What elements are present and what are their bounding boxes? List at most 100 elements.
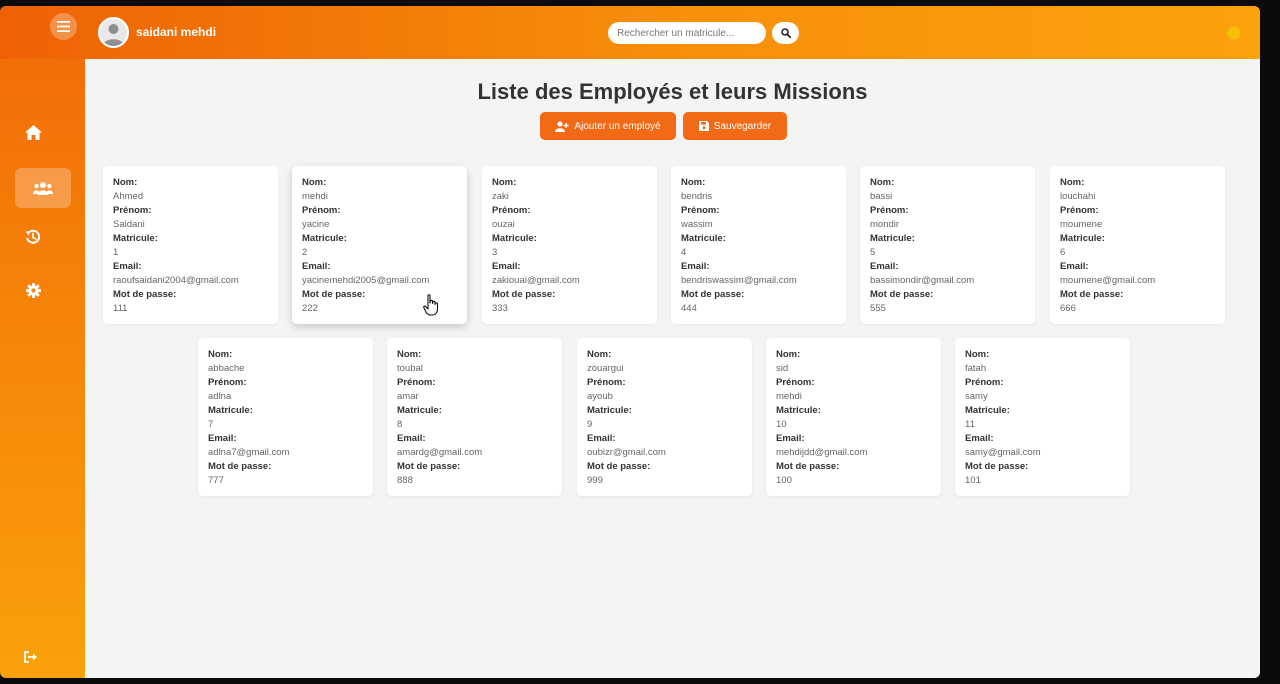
field-value-prenom: amar xyxy=(397,391,419,402)
field-value-matricule: 11 xyxy=(965,419,975,430)
field-label-matricule: Matricule: xyxy=(1060,233,1105,244)
sidebar-item-history[interactable] xyxy=(5,217,61,257)
field-label-nom: Nom: xyxy=(870,177,895,188)
employee-card[interactable]: Nom: zouargui Prénom: ayoub Matricule: 9 Email… xyxy=(577,338,752,496)
search-input[interactable] xyxy=(608,22,766,44)
employee-card[interactable]: Nom: abbache Prénom: adlna Matricule: 7 Email:… xyxy=(198,338,373,496)
field-label-prenom: Prénom: xyxy=(1060,205,1099,216)
field-value-email: moumene@gmail.com xyxy=(1060,275,1156,286)
search-button[interactable] xyxy=(772,22,799,44)
search-icon xyxy=(780,28,791,38)
field-label-nom: Nom: xyxy=(208,349,233,360)
field-value-matricule: 3 xyxy=(492,247,498,258)
field-value-password: 888 xyxy=(397,475,413,486)
field-label-email: Email: xyxy=(1060,261,1089,272)
hamburger-icon xyxy=(57,21,70,32)
sidebar-item-settings[interactable] xyxy=(5,270,61,310)
field-label-email: Email: xyxy=(208,433,237,444)
field-value-prenom: samy xyxy=(965,391,988,402)
employee-card[interactable]: Nom: sid Prénom: mehdi Matricule: 10 Email: meh… xyxy=(766,338,941,496)
field-value-matricule: 4 xyxy=(681,247,687,258)
username: saidani mehdi xyxy=(136,25,217,39)
field-value-nom: Ahmed xyxy=(113,191,144,202)
field-value-email: oubizr@gmail.com xyxy=(587,447,666,458)
employee-card[interactable]: Nom: louchahi Prénom: moumene Matricule: 6 Ema… xyxy=(1050,166,1225,324)
field-label-email: Email: xyxy=(492,261,521,272)
field-label-password: Mot de passe: xyxy=(587,461,651,472)
employee-card[interactable]: Nom: mehdi Prénom: yacine Matricule: 2 Email: y… xyxy=(292,166,467,324)
field-value-nom: bassi xyxy=(870,191,893,202)
field-value-nom: toubal xyxy=(397,363,423,374)
app-window: saidani mehdi Rechercher un matricule...… xyxy=(0,6,1260,678)
field-label-email: Email: xyxy=(681,261,710,272)
field-value-email: zakiouai@gmail.com xyxy=(492,275,580,286)
top-bar: saidani mehdi xyxy=(0,6,1260,59)
employee-card[interactable]: Nom: fatah Prénom: samy Matricule: 11 Email: sa… xyxy=(955,338,1130,496)
employee-card[interactable]: Nom: bendris Prénom: wassim Matricule: 4 Email… xyxy=(671,166,846,324)
field-value-matricule: 8 xyxy=(397,419,403,430)
field-label-email: Email: xyxy=(776,433,805,444)
employee-card[interactable]: Nom: toubal Prénom: amar Matricule: 8 Email: am… xyxy=(387,338,562,496)
field-value-nom: mehdi xyxy=(302,191,328,202)
field-label-nom: Nom: xyxy=(397,349,422,360)
status-indicator[interactable] xyxy=(1226,25,1242,41)
main-content: Liste des Employés et leurs Missions Ajo… xyxy=(85,59,1260,678)
field-value-prenom: mondir xyxy=(870,219,900,230)
field-label-password: Mot de passe: xyxy=(681,289,745,300)
field-label-email: Email: xyxy=(113,261,142,272)
field-label-password: Mot de passe: xyxy=(113,289,177,300)
field-value-email: samy@gmail.com xyxy=(965,447,1041,458)
save-button[interactable]: Sauvegarder xyxy=(683,112,787,140)
sidebar-item-home[interactable] xyxy=(5,112,61,152)
field-label-nom: Nom: xyxy=(492,177,517,188)
field-value-password: 111 xyxy=(113,303,128,314)
users-icon xyxy=(33,182,53,195)
field-value-nom: fatah xyxy=(965,363,987,374)
field-label-nom: Nom: xyxy=(776,349,801,360)
field-value-password: 999 xyxy=(587,475,603,486)
field-label-matricule: Matricule: xyxy=(776,405,821,416)
field-label-email: Email: xyxy=(397,433,426,444)
home-icon xyxy=(24,124,42,140)
field-value-nom: abbache xyxy=(208,363,245,374)
field-value-matricule: 1 xyxy=(113,247,119,258)
field-value-nom: sid xyxy=(776,363,789,374)
add-employee-label: Ajouter un employé xyxy=(574,120,661,132)
field-value-password: 100 xyxy=(776,475,792,486)
field-label-matricule: Matricule: xyxy=(302,233,347,244)
employee-card[interactable]: Nom: bassi Prénom: mondir Matricule: 5 Email: b… xyxy=(860,166,1035,324)
add-employee-button[interactable]: Ajouter un employé xyxy=(540,112,676,140)
menu-toggle-button[interactable] xyxy=(50,13,77,40)
field-label-password: Mot de passe: xyxy=(776,461,840,472)
field-value-password: 777 xyxy=(208,475,224,486)
sidebar-item-logout[interactable] xyxy=(3,637,59,677)
field-label-matricule: Matricule: xyxy=(397,405,442,416)
field-value-nom: louchahi xyxy=(1060,191,1096,202)
field-label-password: Mot de passe: xyxy=(397,461,461,472)
user-plus-icon xyxy=(555,120,570,132)
employee-card[interactable]: Nom: Ahmed Prénom: Saidani Matricule: 1 Email:… xyxy=(103,166,278,324)
field-value-matricule: 9 xyxy=(587,419,593,430)
logout-icon xyxy=(24,651,37,663)
history-icon xyxy=(25,229,41,244)
avatar[interactable] xyxy=(98,17,129,48)
field-value-nom: zaki xyxy=(492,191,509,202)
field-label-email: Email: xyxy=(587,433,616,444)
field-value-prenom: adlna xyxy=(208,391,232,402)
field-label-matricule: Matricule: xyxy=(492,233,537,244)
field-label-prenom: Prénom: xyxy=(208,377,247,388)
field-label-nom: Nom: xyxy=(681,177,706,188)
employee-card[interactable]: Nom: zaki Prénom: ouzai Matricule: 3 Email: zak… xyxy=(482,166,657,324)
field-value-email: raoufsaidani2004@gmail.com xyxy=(113,275,239,286)
field-value-nom: bendris xyxy=(681,191,713,202)
field-label-prenom: Prénom: xyxy=(681,205,720,216)
gear-icon xyxy=(25,282,41,298)
field-value-password: 333 xyxy=(492,303,508,314)
field-value-email: adlna7@gmail.com xyxy=(208,447,290,458)
field-value-password: 101 xyxy=(965,475,981,486)
field-label-matricule: Matricule: xyxy=(681,233,726,244)
field-value-nom: zouargui xyxy=(587,363,624,374)
sidebar-item-employees[interactable] xyxy=(15,168,71,208)
field-label-nom: Nom: xyxy=(113,177,138,188)
field-value-prenom: wassim xyxy=(681,219,713,230)
